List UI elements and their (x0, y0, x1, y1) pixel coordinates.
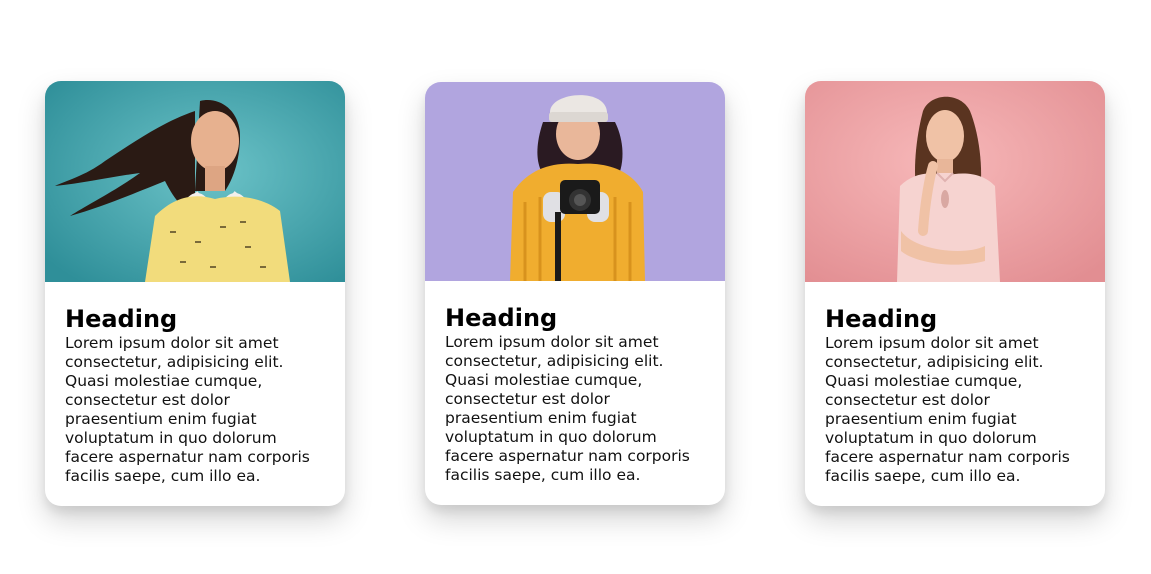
profile-card: Heading Lorem ipsum dolor sit amet conse… (805, 81, 1105, 506)
card-photo (425, 82, 725, 281)
card-heading: Heading (445, 304, 558, 332)
profile-card: Heading Lorem ipsum dolor sit amet conse… (45, 81, 345, 506)
card-text: Lorem ipsum dolor sit amet consectetur, … (65, 334, 310, 485)
teal-portrait-image (45, 81, 345, 282)
pink-portrait-image (805, 81, 1105, 282)
card-photo (805, 81, 1105, 282)
card-body: Heading Lorem ipsum dolor sit amet conse… (45, 282, 345, 486)
card-heading: Heading (825, 305, 938, 333)
card-text: Lorem ipsum dolor sit amet consectetur, … (445, 333, 690, 484)
card-heading: Heading (65, 305, 178, 333)
card-text: Lorem ipsum dolor sit amet consectetur, … (825, 334, 1070, 485)
card-body: Heading Lorem ipsum dolor sit amet conse… (805, 282, 1105, 486)
card-body: Heading Lorem ipsum dolor sit amet conse… (425, 281, 725, 485)
card-photo (45, 81, 345, 282)
card-list: Heading Lorem ipsum dolor sit amet conse… (0, 0, 1151, 574)
profile-card: Heading Lorem ipsum dolor sit amet conse… (425, 82, 725, 505)
purple-portrait-image (425, 82, 725, 281)
